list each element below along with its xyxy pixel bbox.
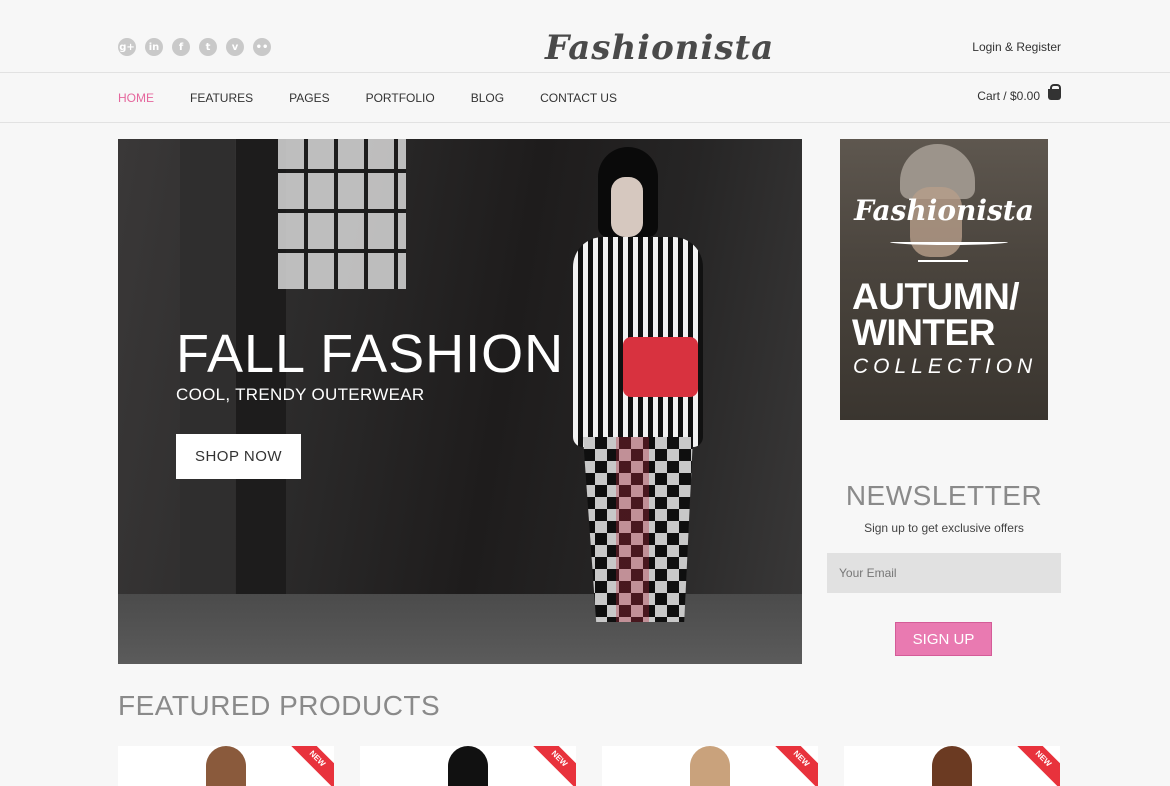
hero-banner: FALL FASHION COOL, TRENDY OUTERWEAR SHOP… xyxy=(118,139,802,664)
product-card[interactable]: NEW xyxy=(118,746,334,786)
new-badge: NEW xyxy=(769,746,818,786)
product-image xyxy=(690,746,730,786)
product-card[interactable]: NEW xyxy=(360,746,576,786)
new-badge: NEW xyxy=(527,746,576,786)
model-figure xyxy=(538,147,738,627)
hero-title: FALL FASHION xyxy=(176,324,565,384)
basket-icon xyxy=(1048,83,1061,100)
site-logo[interactable]: Fashionista xyxy=(545,28,773,68)
model-checkered-skirt xyxy=(583,437,693,622)
nav-item-pages[interactable]: PAGES xyxy=(289,91,329,105)
google-plus-icon[interactable]: g+ xyxy=(118,38,136,56)
model-red-bag xyxy=(623,337,698,397)
promo-banner[interactable]: Fashionista AUTUMN/ WINTER COLLECTION xyxy=(840,139,1048,420)
product-image xyxy=(932,746,972,786)
logo-swoosh xyxy=(890,239,1008,245)
new-badge: NEW xyxy=(285,746,334,786)
linkedin-icon[interactable]: in xyxy=(145,38,163,56)
featured-products-title: FEATURED PRODUCTS xyxy=(118,690,441,721)
main-navigation: HOME FEATURES PAGES PORTFOLIO BLOG CONTA… xyxy=(0,74,1170,123)
sign-up-button[interactable]: SIGN UP xyxy=(895,622,992,656)
promo-headline-line1: AUTUMN/ xyxy=(852,276,1020,317)
social-links: g+ in f t v •• xyxy=(118,38,271,56)
promo-headline: AUTUMN/ WINTER xyxy=(852,276,1020,353)
nav-item-portfolio[interactable]: PORTFOLIO xyxy=(366,91,435,105)
product-card[interactable]: NEW xyxy=(602,746,818,786)
twitter-icon[interactable]: t xyxy=(199,38,217,56)
divider xyxy=(918,260,968,262)
promo-collection: COLLECTION xyxy=(853,355,1038,378)
nav-item-home[interactable]: HOME xyxy=(118,91,154,105)
product-image xyxy=(448,746,488,786)
product-card[interactable]: NEW xyxy=(844,746,1060,786)
product-image xyxy=(206,746,246,786)
nav-item-contact-us[interactable]: CONTACT US xyxy=(540,91,617,105)
login-register-link[interactable]: Login & Register xyxy=(972,40,1061,54)
promo-logo: Fashionista xyxy=(854,194,1034,227)
newsletter-subtitle: Sign up to get exclusive offers xyxy=(864,521,1024,535)
nav-item-features[interactable]: FEATURES xyxy=(190,91,253,105)
cart-link[interactable]: Cart / $0.00 xyxy=(977,83,1061,103)
email-field[interactable] xyxy=(827,553,1061,593)
nav-item-blog[interactable]: BLOG xyxy=(471,91,504,105)
top-header: g+ in f t v •• Fashionista Login & Regis… xyxy=(0,0,1170,73)
model-face xyxy=(611,177,643,237)
new-badge: NEW xyxy=(1011,746,1060,786)
facebook-icon[interactable]: f xyxy=(172,38,190,56)
hero-subtitle: COOL, TRENDY OUTERWEAR xyxy=(176,385,425,404)
vimeo-icon[interactable]: v xyxy=(226,38,244,56)
background-window xyxy=(278,139,406,289)
promo-headline-line2: WINTER xyxy=(852,312,995,353)
shop-now-button[interactable]: SHOP NOW xyxy=(176,434,301,479)
product-list: NEW NEW NEW NEW xyxy=(118,746,1060,786)
cart-total: Cart / $0.00 xyxy=(977,89,1040,103)
flickr-icon[interactable]: •• xyxy=(253,38,271,56)
newsletter-title: NEWSLETTER xyxy=(845,480,1043,511)
nav-menu: HOME FEATURES PAGES PORTFOLIO BLOG CONTA… xyxy=(118,91,653,105)
